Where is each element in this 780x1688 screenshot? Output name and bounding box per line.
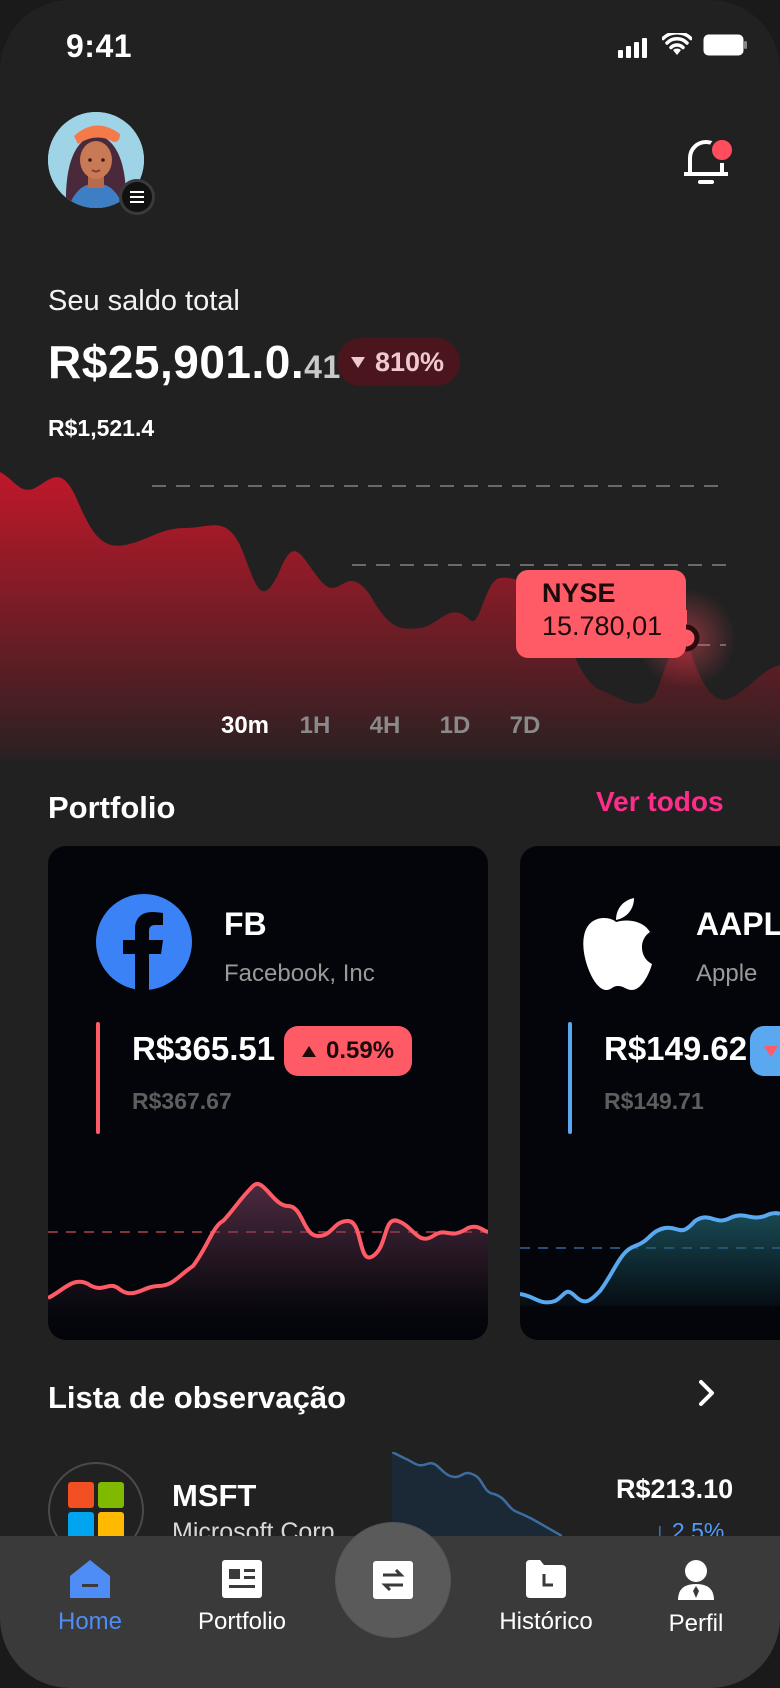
tooltip-title: NYSE [542, 578, 616, 608]
tooltip-value: 15.780,01 [542, 611, 663, 641]
card-ticker: AAPL [696, 906, 780, 942]
tab-label: Portfolio [197, 1608, 287, 1635]
tab-label: Histórico [499, 1608, 593, 1635]
balance-cents: 41 [304, 349, 341, 385]
balance-sub-value: R$1,521.4 [48, 415, 155, 441]
profile-icon [678, 1560, 714, 1600]
watchlist-ticker: MSFT [172, 1478, 257, 1513]
card-accent-bar [96, 1022, 100, 1134]
watchlist-title: Lista de observação [48, 1380, 347, 1415]
tab-history[interactable]: Histórico [466, 1560, 626, 1636]
range-1h[interactable]: 1H [280, 712, 350, 740]
balance-change-value: 810% [375, 346, 445, 377]
card-price: R$149.62 [604, 1030, 748, 1067]
portfolio-card-fb[interactable]: FB Facebook, Inc R$365.51 0.59% R$367.67 [48, 846, 488, 1340]
range-1d[interactable]: 1D [420, 712, 490, 740]
tab-portfolio[interactable]: Portfolio [162, 1560, 322, 1636]
swap-icon [373, 1561, 413, 1599]
range-4h[interactable]: 4H [350, 712, 420, 740]
card-company-name: Apple [696, 960, 758, 987]
arrow-down-icon [764, 1045, 778, 1057]
chevron-right-icon[interactable] [696, 1378, 718, 1408]
status-time: 9:41 [66, 28, 133, 64]
see-all-link[interactable]: Ver todos [596, 786, 724, 818]
balance-label: Seu saldo total [48, 285, 240, 317]
card-previous-price: R$367.67 [132, 1088, 232, 1114]
wifi-icon [662, 33, 692, 55]
range-7d[interactable]: 7D [490, 712, 560, 740]
arrow-down-icon [351, 356, 365, 368]
home-icon [70, 1560, 110, 1598]
card-change-value: 0.59% [326, 1037, 395, 1064]
time-range-selector: 30m 1H 4H 1D 7D [210, 712, 560, 740]
watchlist-sparkline [392, 1452, 562, 1536]
card-previous-price: R$149.71 [604, 1088, 704, 1114]
card-change-badge: 0.59% [284, 1026, 413, 1076]
portfolio-icon [222, 1560, 262, 1598]
card-price: R$365.51 [132, 1030, 276, 1067]
watchlist-price: R$213.10 [616, 1474, 734, 1504]
card-ticker: FB [224, 906, 267, 942]
tab-profile[interactable]: Perfil [616, 1560, 776, 1638]
card-accent-bar [568, 1022, 572, 1134]
card-change-badge [750, 1026, 780, 1076]
swap-button[interactable] [336, 1523, 450, 1637]
app-screen: 9:41 Seu saldo total R$25,901.0.41 810% … [0, 0, 780, 1688]
menu-icon [130, 191, 144, 203]
battery-icon [703, 34, 747, 56]
history-icon [526, 1560, 566, 1598]
menu-button[interactable] [119, 179, 155, 215]
tab-label: Perfil [668, 1610, 724, 1637]
arrow-up-icon [302, 1045, 316, 1057]
apple-icon [583, 898, 652, 990]
facebook-icon [96, 894, 192, 990]
card-sparkline [520, 1211, 780, 1306]
balance-main: R$25,901.0. [48, 336, 305, 388]
card-company-name: Facebook, Inc [224, 960, 375, 987]
portfolio-card-aapl[interactable]: AAPL Apple R$149.62 R$149.71 [520, 846, 780, 1340]
range-30m[interactable]: 30m [210, 712, 280, 740]
notification-dot [709, 137, 735, 163]
chart-tooltip: NYSE 15.780,01 [516, 570, 686, 658]
tab-label: Home [57, 1608, 123, 1635]
signal-icon [618, 38, 647, 58]
balance-change-badge: 810% [337, 338, 461, 386]
portfolio-title: Portfolio [48, 790, 176, 825]
balance-amount: R$25,901.0.41 [48, 335, 341, 389]
tab-home[interactable]: Home [10, 1560, 170, 1636]
card-sparkline [48, 1181, 488, 1340]
